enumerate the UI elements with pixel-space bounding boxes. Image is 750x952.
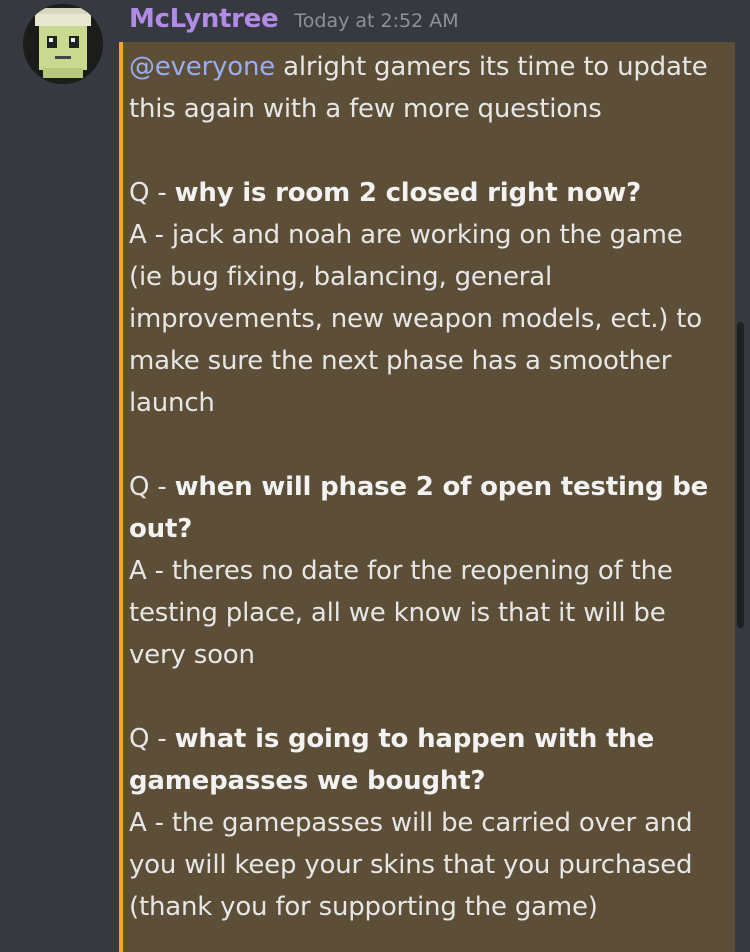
question-prefix: Q -	[129, 178, 175, 208]
mention-highlight-bar	[119, 42, 123, 952]
question-line: Q - what is going to happen with the	[129, 718, 729, 760]
question-text: why is room 2 closed right now?	[174, 178, 642, 208]
question-prefix: Q -	[129, 724, 175, 754]
answer-line: (thank you for supporting the game)	[129, 892, 598, 922]
question-line: Q - why is room 2 closed right now?	[129, 172, 729, 214]
question-text: out?	[129, 514, 193, 544]
answer-line: you will keep your skins that you purcha…	[129, 850, 693, 880]
message-timestamp[interactable]: Today at 2:52 AM	[294, 10, 458, 32]
everyone-mention[interactable]: @everyone	[129, 52, 275, 82]
answer-line: A - the gamepasses will be carried over …	[129, 808, 693, 838]
message-header: McLyntree Today at 2:52 AM	[129, 4, 459, 42]
intro-text: alright gamers its time to update	[275, 52, 708, 82]
scrollbar-thumb[interactable]	[737, 322, 744, 628]
answer-line: launch	[129, 388, 215, 418]
intro-line: @everyone alright gamers its time to upd…	[129, 46, 729, 88]
avatar-image	[23, 4, 103, 84]
question-line: out?	[129, 508, 729, 550]
intro-line: this again with a few more questions	[129, 88, 729, 130]
question-text: what is going to happen with the	[174, 724, 655, 754]
answer-line: A - theres no date for the reopening of …	[129, 556, 673, 586]
answer-line: very soon	[129, 640, 255, 670]
message-content: @everyone alright gamers its time to upd…	[129, 46, 729, 928]
question-text: when will phase 2 of open testing be	[174, 472, 709, 502]
avatar[interactable]	[23, 4, 103, 84]
question-prefix: Q -	[129, 472, 175, 502]
author-name[interactable]: McLyntree	[129, 4, 279, 34]
question-line: Q - when will phase 2 of open testing be	[129, 466, 729, 508]
question-text: gamepasses we bought?	[129, 766, 486, 796]
answer-line: testing place, all we know is that it wi…	[129, 598, 666, 628]
answer-line: make sure the next phase has a smoother	[129, 346, 672, 376]
intro-text: this again with a few more questions	[129, 94, 602, 124]
answer-line: improvements, new weapon models, ect.) t…	[129, 304, 702, 334]
answer-line: A - jack and noah are working on the gam…	[129, 220, 683, 250]
question-line: gamepasses we bought?	[129, 760, 729, 802]
answer-line: (ie bug fixing, balancing, general	[129, 262, 552, 292]
